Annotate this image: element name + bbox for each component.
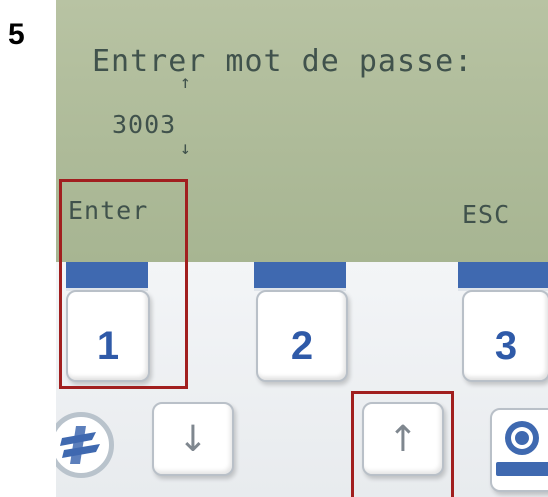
down-arrow-icon: ↓ xyxy=(177,418,209,460)
down-arrow-button[interactable]: ↓ xyxy=(152,402,234,476)
softkey-2-button[interactable]: 2 xyxy=(256,290,348,382)
softkey-3-button[interactable]: 3 xyxy=(462,290,548,382)
digit-down-indicator: ↓ xyxy=(180,138,192,159)
password-prompt: Entrer mot de passe: xyxy=(92,44,474,79)
up-arrow-button[interactable]: ↑ xyxy=(362,402,444,476)
logo-icon xyxy=(60,426,100,464)
keypad-panel: 1 2 3 ↓ ↑ xyxy=(56,262,548,497)
up-arrow-icon: ↑ xyxy=(387,418,419,460)
softkey-2-tab xyxy=(254,262,346,291)
device-photo: Entrer mot de passe: ↑ 3003 ↓ Enter ESC … xyxy=(56,0,548,497)
power-label-strip xyxy=(496,462,548,476)
password-value: 3003 xyxy=(112,110,177,139)
digit-up-indicator: ↑ xyxy=(180,72,192,93)
logo-button[interactable] xyxy=(56,412,114,478)
softkey-2-label: 2 xyxy=(290,323,314,368)
lcd-screen: Entrer mot de passe: ↑ 3003 ↓ Enter ESC xyxy=(56,0,548,262)
power-icon xyxy=(505,421,539,455)
softkey-3-tab xyxy=(458,262,548,291)
softkey-1-label: 1 xyxy=(96,323,120,368)
esc-softkey-label: ESC xyxy=(462,200,511,229)
enter-softkey-label: Enter xyxy=(68,196,149,225)
softkey-1-button[interactable]: 1 xyxy=(66,290,150,382)
softkey-3-label: 3 xyxy=(494,323,518,368)
step-number: 5 xyxy=(8,18,25,51)
softkey-1-tab xyxy=(66,262,148,291)
power-button[interactable] xyxy=(490,408,548,492)
